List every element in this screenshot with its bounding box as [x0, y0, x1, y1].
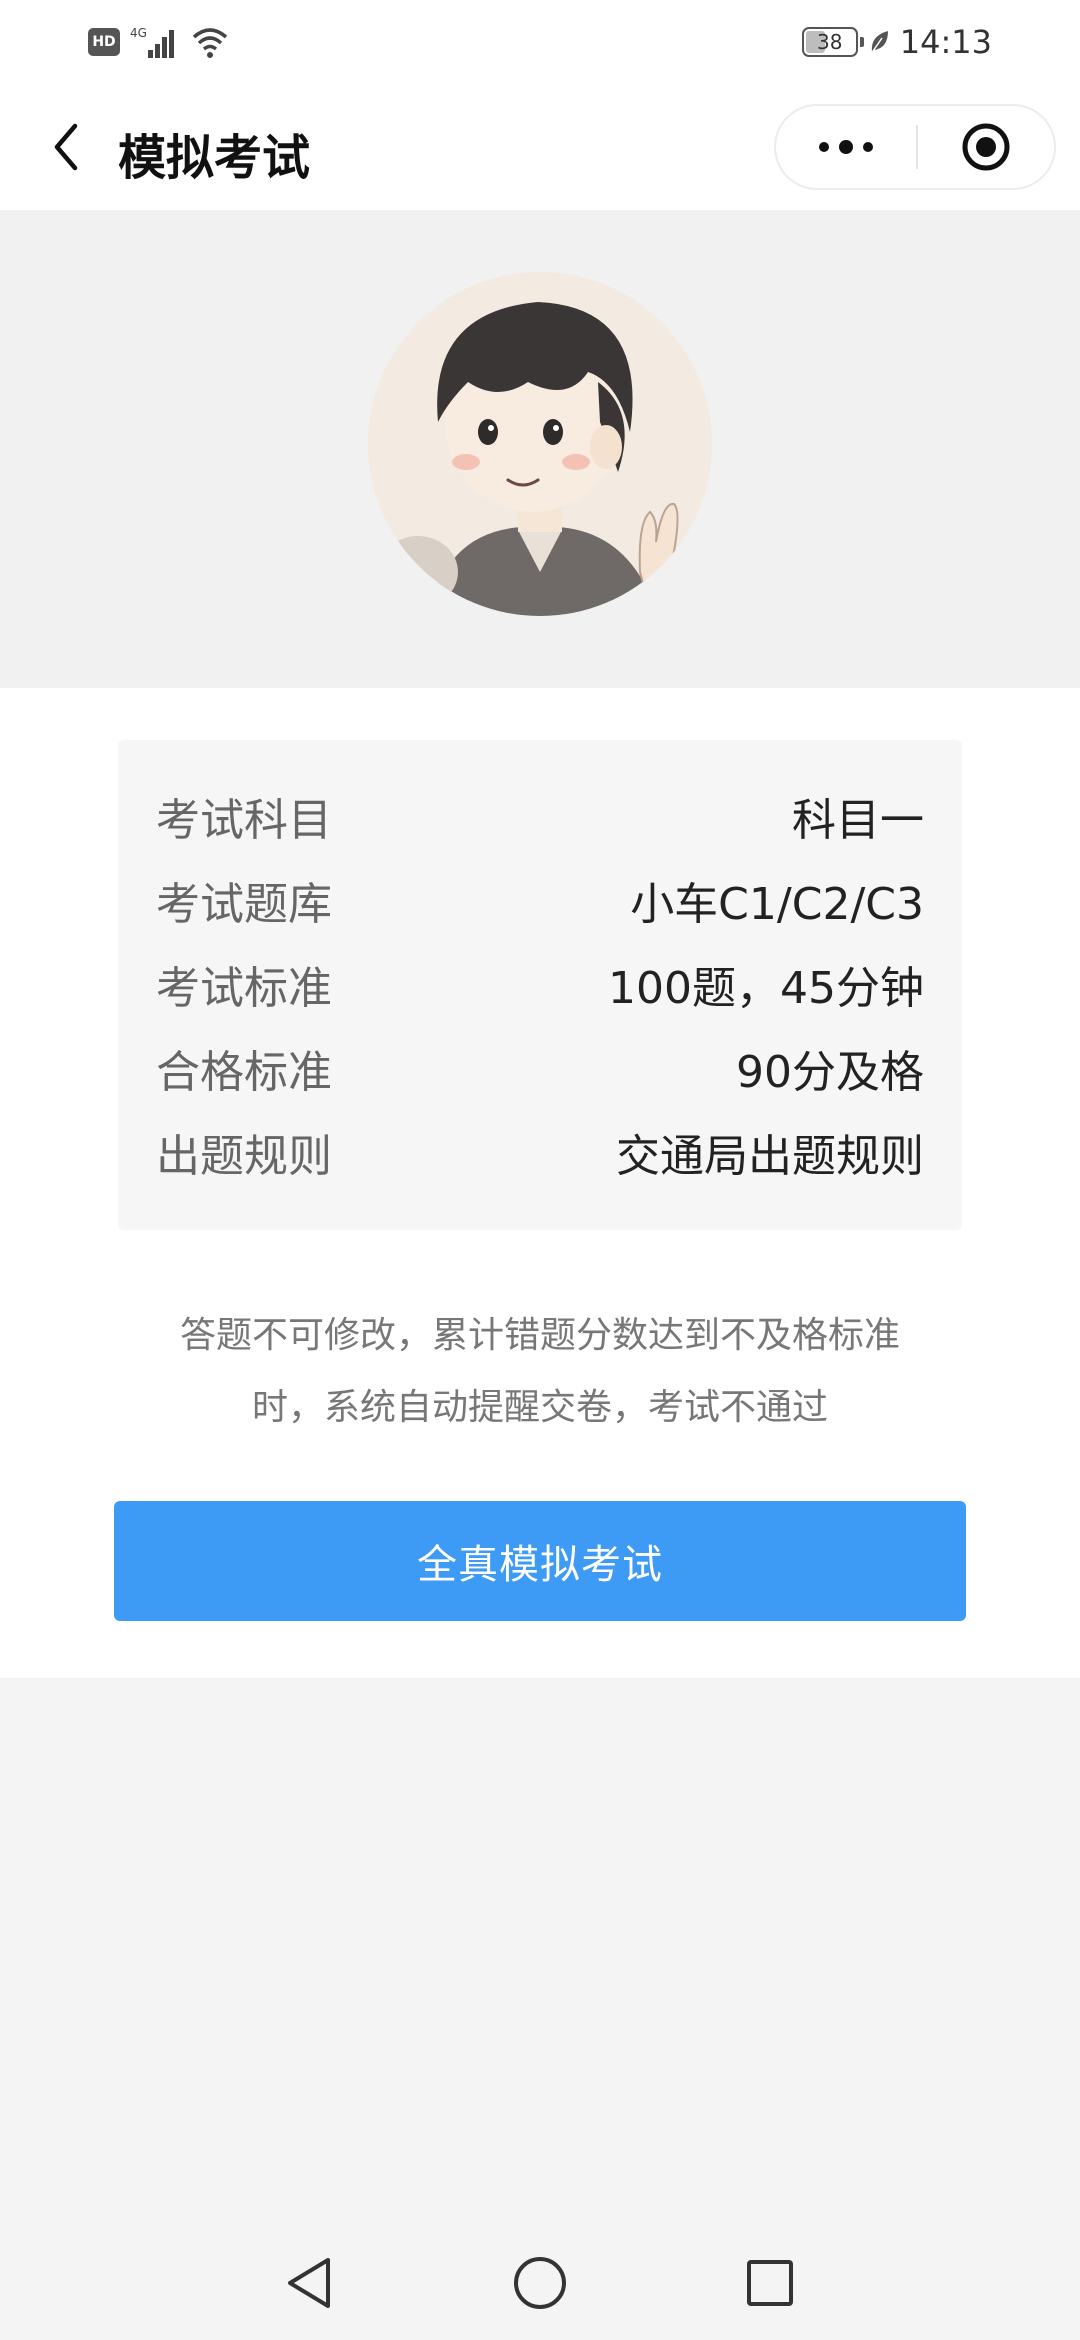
exam-info-card: 考试科目 科目一 考试题库 小车C1/C2/C3 考试标准 100题，45分钟 …: [118, 740, 962, 1230]
hero-section: [0, 210, 1080, 688]
info-value: 小车C1/C2/C3: [630, 879, 924, 930]
status-left: HD 4G: [88, 22, 230, 62]
notice-line-1: 答题不可修改，累计错题分数达到不及格标准: [179, 1315, 900, 1356]
triangle-back-icon: [288, 2258, 330, 2308]
back-arrow-icon: [54, 123, 78, 171]
info-value: 科目一: [792, 795, 924, 846]
info-row-subject: 考试科目 科目一: [156, 774, 924, 858]
info-label: 考试标准: [156, 963, 332, 1014]
info-value: 100题，45分钟: [608, 963, 924, 1014]
circle-home-icon: [514, 2257, 566, 2309]
info-value: 90分及格: [736, 1047, 924, 1098]
info-value: 交通局出题规则: [616, 1131, 924, 1182]
leaf-icon: [870, 31, 888, 55]
signal-icon: 4G: [130, 26, 174, 58]
battery-icon: 38: [801, 27, 864, 57]
wifi-icon: [192, 28, 228, 58]
back-button[interactable]: [36, 114, 96, 180]
page-title: 模拟考试: [118, 130, 311, 186]
avatar: [368, 272, 712, 616]
notice-line-2: 时，系统自动提醒交卷，考试不通过: [251, 1387, 828, 1428]
battery-level: 38: [817, 30, 843, 54]
info-row-standard: 考试标准 100题，45分钟: [156, 942, 924, 1026]
mini-program-capsule: [774, 104, 1056, 190]
info-row-rules: 出题规则 交通局出题规则: [156, 1110, 924, 1194]
avatar-illustration: [368, 272, 712, 616]
clock: 14:13: [899, 23, 992, 61]
hd-badge: HD: [88, 28, 120, 56]
exam-content: 考试科目 科目一 考试题库 小车C1/C2/C3 考试标准 100题，45分钟 …: [0, 688, 1080, 1678]
info-label: 考试题库: [156, 879, 332, 930]
system-home-button[interactable]: [505, 2248, 575, 2318]
close-target-icon: [962, 123, 1010, 171]
info-row-bank: 考试题库 小车C1/C2/C3: [156, 858, 924, 942]
status-bar: HD 4G 38 14:13: [0, 0, 1080, 84]
system-back-button[interactable]: [274, 2248, 344, 2318]
system-nav-bar: [0, 2226, 1080, 2340]
info-row-pass: 合格标准 90分及格: [156, 1026, 924, 1110]
network-label: 4G: [130, 26, 147, 40]
info-label: 考试科目: [156, 795, 332, 846]
status-right: 38 14:13: [801, 20, 992, 64]
start-exam-button[interactable]: 全真模拟考试: [114, 1501, 966, 1621]
close-button[interactable]: [918, 106, 1054, 188]
more-dots-icon: [819, 140, 873, 154]
exam-notice: 答题不可修改，累计错题分数达到不及格标准 时，系统自动提醒交卷，考试不通过: [130, 1300, 950, 1444]
nav-bar: 模拟考试: [0, 84, 1080, 210]
more-button[interactable]: [776, 106, 916, 188]
square-recents-icon: [747, 2260, 793, 2306]
info-label: 合格标准: [156, 1047, 332, 1098]
system-recents-button[interactable]: [735, 2248, 805, 2318]
info-label: 出题规则: [156, 1131, 332, 1182]
